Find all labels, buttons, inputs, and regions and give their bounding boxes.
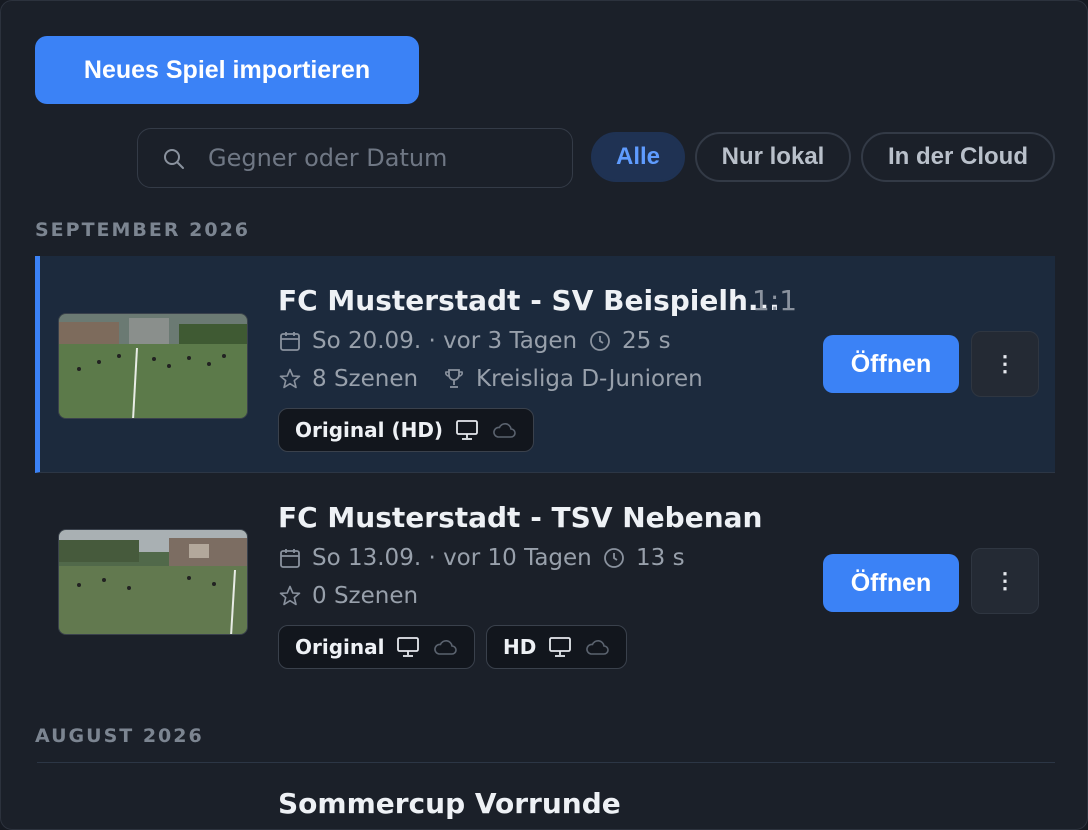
- search-input[interactable]: [208, 129, 558, 187]
- game-row[interactable]: FC Musterstadt - TSV Nebenan So 13.09. ·…: [35, 473, 1055, 693]
- version-badge: Original: [278, 625, 476, 669]
- import-game-button[interactable]: Neues Spiel importieren: [35, 36, 419, 104]
- game-duration: 25 s: [588, 328, 671, 354]
- open-game-button[interactable]: Öffnen: [823, 554, 959, 612]
- version-label: Original (HD): [295, 418, 444, 442]
- game-scenes-text: 0 Szenen: [312, 583, 419, 609]
- section-heading: SEPTEMBER 2026: [35, 219, 251, 241]
- trophy-icon: [445, 369, 463, 388]
- filter-all[interactable]: Alle: [591, 132, 685, 182]
- game-date: So 13.09. · vor 10 Tagen: [278, 545, 592, 571]
- game-title: FC Musterstadt - SV Beispielh...: [278, 284, 780, 317]
- game-score: 1:1: [752, 284, 798, 317]
- filter-cloud[interactable]: In der Cloud: [861, 132, 1055, 182]
- cloud-icon: [493, 423, 516, 438]
- star-icon: [279, 368, 301, 389]
- game-scenes: 0 Szenen: [278, 583, 418, 609]
- game-scenes: 8 Szenen: [278, 366, 418, 392]
- game-league-text: Kreisliga D-Junioren: [476, 366, 703, 392]
- more-options-button[interactable]: ⋮: [971, 548, 1039, 614]
- clock-icon: [604, 548, 624, 568]
- game-thumbnail: [58, 313, 248, 419]
- monitor-icon: [549, 637, 572, 657]
- section-divider: [37, 762, 1055, 763]
- game-duration-text: 13 s: [636, 545, 685, 571]
- version-badge: HD: [486, 625, 628, 669]
- monitor-icon: [456, 420, 478, 440]
- version-badge: Original (HD): [278, 408, 535, 452]
- search-icon: [164, 149, 184, 169]
- game-library-panel: Neues Spiel importieren Alle Nur lokal I…: [0, 0, 1088, 830]
- monitor-icon: [397, 637, 420, 657]
- game-duration-text: 25 s: [622, 328, 671, 354]
- clock-icon: [590, 331, 610, 351]
- search-box[interactable]: [137, 128, 573, 188]
- filter-local-only[interactable]: Nur lokal: [695, 132, 851, 182]
- game-thumbnail: [58, 529, 248, 635]
- more-options-button[interactable]: ⋮: [971, 331, 1039, 397]
- calendar-icon: [280, 332, 300, 351]
- game-scenes-text: 8 Szenen: [312, 366, 419, 392]
- calendar-icon: [280, 549, 300, 568]
- game-title: Sommercup Vorrunde: [278, 787, 621, 820]
- game-date-text: So 20.09. · vor 3 Tagen: [312, 328, 578, 354]
- game-league: Kreisliga D-Junioren: [442, 366, 703, 392]
- version-label: Original: [295, 635, 385, 659]
- version-label: HD: [503, 635, 537, 659]
- game-row[interactable]: FC Musterstadt - SV Beispielh... 1:1 So …: [35, 256, 1055, 473]
- star-icon: [279, 585, 301, 606]
- game-date-text: So 13.09. · vor 10 Tagen: [312, 545, 592, 571]
- open-game-button[interactable]: Öffnen: [823, 335, 959, 393]
- section-heading: AUGUST 2026: [35, 725, 204, 747]
- game-date: So 20.09. · vor 3 Tagen: [278, 328, 577, 354]
- cloud-icon: [586, 640, 610, 655]
- cloud-icon: [434, 640, 458, 655]
- game-title: FC Musterstadt - TSV Nebenan: [278, 501, 763, 534]
- game-duration: 13 s: [602, 545, 685, 571]
